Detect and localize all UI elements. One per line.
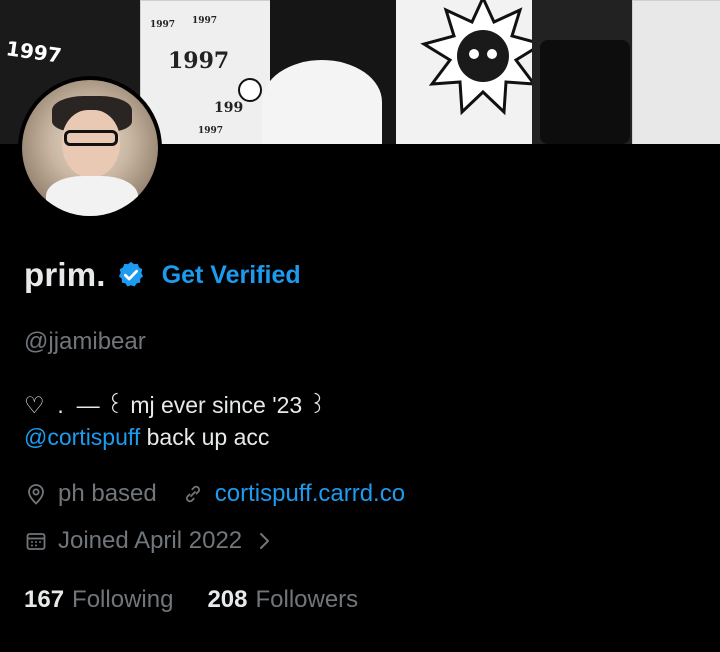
location-text: ph based bbox=[58, 480, 157, 507]
profile-meta-row: ph based cortispuff.carrd.co bbox=[24, 480, 405, 508]
avatar[interactable] bbox=[18, 76, 162, 220]
soccer-ball-icon bbox=[238, 78, 262, 102]
sticker-star-icon bbox=[420, 0, 546, 116]
location-pin-icon bbox=[28, 484, 44, 505]
joined-date: Joined April 2022 bbox=[58, 527, 243, 554]
banner-text: 1997 bbox=[150, 20, 176, 30]
followers-stat[interactable]: 208 Followers bbox=[207, 586, 358, 614]
chevron-right-icon[interactable] bbox=[256, 530, 274, 552]
bio-mention-link[interactable]: @cortispuff bbox=[24, 424, 140, 450]
banner-plush bbox=[262, 60, 382, 144]
banner-text: 1997 bbox=[192, 16, 218, 26]
bio-text: back up acc bbox=[140, 424, 270, 450]
display-name: prim. bbox=[24, 256, 106, 293]
banner-text: 1997 bbox=[168, 48, 230, 74]
banner-text: 1997 bbox=[198, 126, 224, 136]
link-icon bbox=[185, 485, 200, 503]
banner-phone bbox=[540, 40, 630, 144]
followers-label: Followers bbox=[255, 586, 359, 613]
get-verified-link[interactable]: Get Verified bbox=[162, 261, 301, 290]
username-handle: @jjamibear bbox=[24, 328, 146, 355]
following-label: Following bbox=[72, 586, 174, 613]
bio-line-2: @cortispuff back up acc bbox=[24, 424, 269, 451]
joined-row[interactable]: Joined April 2022 bbox=[24, 527, 274, 555]
website-link[interactable]: cortispuff.carrd.co bbox=[215, 480, 405, 508]
avatar-image bbox=[22, 80, 158, 216]
name-row: prim. Get Verified bbox=[24, 256, 301, 294]
followers-count: 208 bbox=[207, 586, 248, 613]
following-stat[interactable]: 167 Following bbox=[24, 586, 173, 614]
following-count: 167 bbox=[24, 586, 65, 613]
calendar-icon bbox=[26, 533, 46, 550]
bio-line-1: ♡ . — ꒰ mj ever since '23 ꒱ bbox=[24, 392, 327, 418]
banner-text: 199 bbox=[214, 100, 244, 116]
verified-badge-icon[interactable] bbox=[116, 260, 146, 290]
follow-stats: 167 Following 208 Followers bbox=[24, 586, 358, 614]
